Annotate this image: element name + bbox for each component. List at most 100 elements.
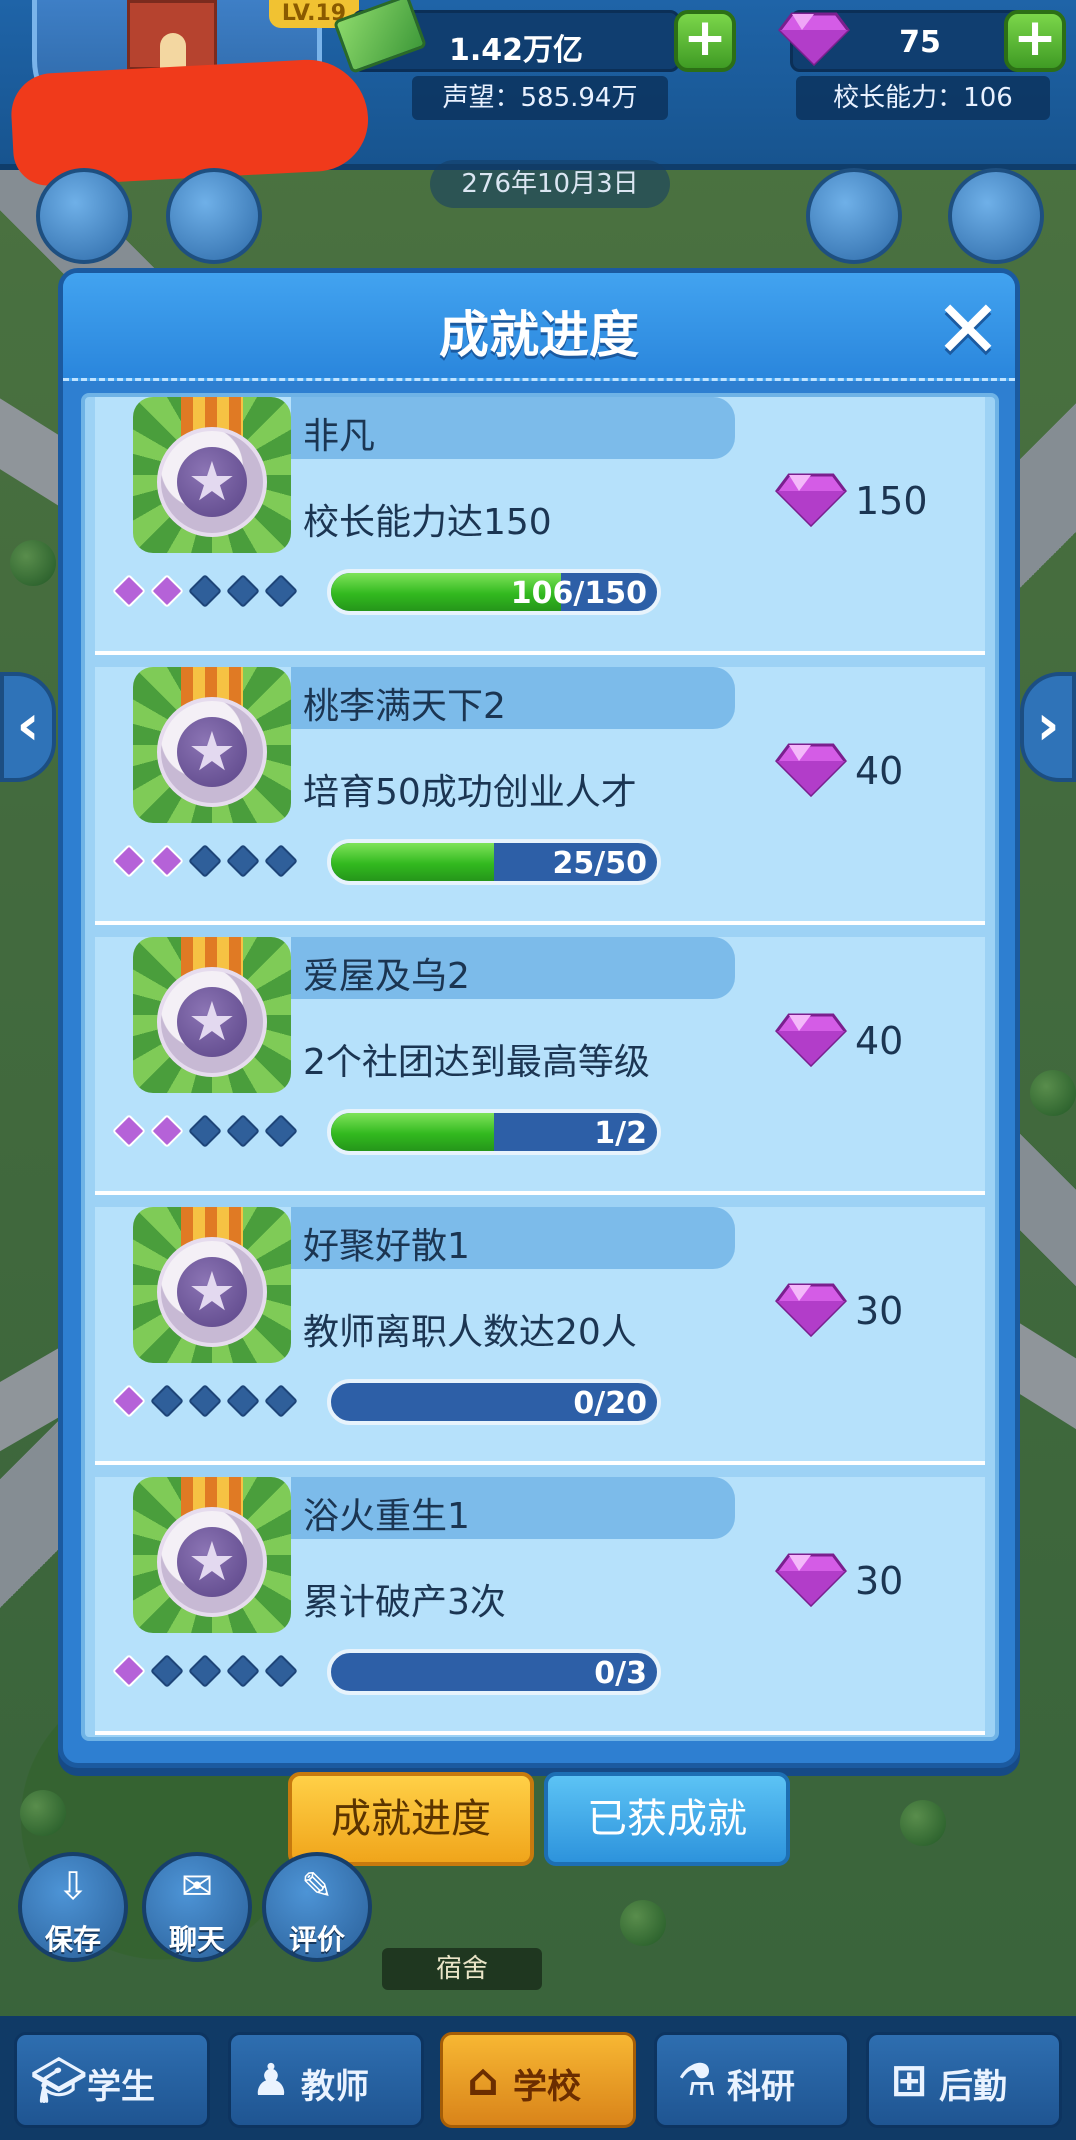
progress-bar: 25/50	[327, 839, 661, 885]
progress-text: 0/20	[573, 1386, 647, 1421]
top-hud: LV.19 1.42万亿 + 75 + 声望：585.94万 校长能力：106	[0, 0, 1076, 188]
microscope-icon: ⚗	[677, 2055, 717, 2106]
progress-bar: 0/3	[327, 1649, 661, 1695]
dialog-header: 成就进度 ✕	[63, 273, 1015, 381]
bottom-nav: 🎓︎ 学生 ♟ 教师 ⌂ 学校 ⚗ 科研 ⊞ 后勤	[0, 2016, 1076, 2140]
gem-icon	[775, 473, 847, 528]
achievement-title: 浴火重生1	[303, 1496, 470, 1537]
reward-value: 150	[855, 479, 928, 523]
logistics-icon: ⊞	[890, 2055, 928, 2106]
medal-coin: ★	[157, 427, 267, 537]
tier-diamond-icon	[188, 1654, 222, 1688]
achievement-list[interactable]: ★ 非凡 校长能力达150 150 106/150 ★ 桃李满天下2 培育50成功创业人才 40…	[81, 393, 999, 1741]
achievement-title: 好聚好散1	[303, 1226, 470, 1267]
reward-value: 40	[855, 749, 904, 793]
school-building-icon	[127, 0, 217, 70]
graduation-cap-icon: 🎓︎	[31, 2055, 87, 2106]
tier-diamond-icon	[150, 844, 184, 878]
save-label: 保存	[44, 1923, 101, 1956]
achievement-reward: 150	[775, 467, 965, 537]
achievement-item: ★ 爱屋及乌2 2个社团达到最高等级 40 1/2	[95, 937, 985, 1195]
star-icon: ★	[177, 717, 247, 787]
medal-icon: ★	[133, 1477, 291, 1633]
progress-text: 0/3	[594, 1656, 647, 1691]
reward-value: 40	[855, 1019, 904, 1063]
tier-diamond-icon	[188, 1384, 222, 1418]
tier-diamond-icon	[188, 1114, 222, 1148]
tier-diamond-icon	[226, 1654, 260, 1688]
reward-value: 30	[855, 1289, 904, 1333]
medal-coin: ★	[157, 1237, 267, 1347]
chat-icon: ✉	[181, 1864, 213, 1908]
nav-label: 后勤	[939, 2067, 1007, 2107]
nav-teachers[interactable]: ♟ 教师	[228, 2032, 424, 2128]
nav-students[interactable]: 🎓︎ 学生	[14, 2032, 210, 2128]
tier-diamond-icon	[264, 1654, 298, 1688]
medal-icon: ★	[133, 937, 291, 1093]
reputation-stat: 声望：585.94万	[412, 76, 668, 120]
achievement-title: 爱屋及乌2	[303, 956, 470, 997]
tier-diamond-icon	[150, 574, 184, 608]
chevron-left-icon[interactable]: ‹	[0, 672, 56, 782]
progress-bar: 1/2	[327, 1109, 661, 1155]
achievement-dialog: 成就进度 ✕ ★ 非凡 校长能力达150 150 106/150 ★ 桃李满天下2 培育50成…	[58, 268, 1020, 1768]
game-date: 276年10月3日	[430, 160, 670, 208]
tier-indicator	[111, 1383, 311, 1419]
achievement-description: 校长能力达150	[303, 502, 552, 543]
reward-value: 30	[855, 1559, 904, 1603]
add-money-button[interactable]: +	[674, 10, 736, 72]
tier-diamond-icon	[112, 1384, 146, 1418]
medal-coin: ★	[157, 697, 267, 807]
close-icon[interactable]: ✕	[931, 290, 1005, 370]
star-icon: ★	[177, 1257, 247, 1327]
achievement-item: ★ 桃李满天下2 培育50成功创业人才 40 25/50	[95, 667, 985, 925]
medal-icon: ★	[133, 667, 291, 823]
lottery-icon[interactable]	[166, 168, 262, 264]
tier-diamond-icon	[226, 844, 260, 878]
progress-fill	[331, 843, 494, 881]
principal-ability-stat: 校长能力：106	[796, 76, 1050, 120]
tier-indicator	[111, 1653, 311, 1689]
nav-logistics[interactable]: ⊞ 后勤	[866, 2032, 1062, 2128]
gem-icon	[778, 12, 850, 66]
chat-label: 聊天	[168, 1923, 225, 1956]
redacted-name	[9, 56, 371, 188]
chevron-right-icon[interactable]: ›	[1020, 672, 1076, 782]
tier-diamond-icon	[226, 574, 260, 608]
medal-coin: ★	[157, 967, 267, 1077]
nav-research[interactable]: ⚗ 科研	[654, 2032, 850, 2128]
medal-coin: ★	[157, 1507, 267, 1617]
star-icon: ★	[177, 987, 247, 1057]
task-icon[interactable]	[36, 168, 132, 264]
achievement-description: 累计破产3次	[303, 1582, 506, 1623]
announcement-icon[interactable]	[948, 168, 1044, 264]
review-icon: ✎	[301, 1864, 333, 1908]
tab-obtained-achievements[interactable]: 已获成就	[544, 1772, 790, 1866]
tier-diamond-icon	[188, 574, 222, 608]
progress-bar: 106/150	[327, 569, 661, 615]
achievement-reward: 40	[775, 1007, 965, 1077]
tier-indicator	[111, 843, 311, 879]
progress-fill	[331, 1113, 494, 1151]
achievement-description: 教师离职人数达20人	[303, 1312, 637, 1353]
notes-icon[interactable]	[806, 168, 902, 264]
achievement-title: 非凡	[303, 416, 376, 457]
achievement-item: ★ 浴火重生1 累计破产3次 30 0/3	[95, 1477, 985, 1735]
star-icon: ★	[177, 447, 247, 517]
achievement-title: 桃李满天下2	[303, 686, 506, 727]
tier-diamond-icon	[112, 574, 146, 608]
tier-diamond-icon	[150, 1654, 184, 1688]
achievement-item: ★ 非凡校长能力达150 150 106/150	[95, 397, 985, 655]
gem-icon	[775, 1013, 847, 1068]
tier-diamond-icon	[264, 574, 298, 608]
teacher-icon: ♟	[251, 2055, 291, 2106]
progress-text: 106/150	[510, 576, 647, 611]
dormitory-label[interactable]: 宿舍	[382, 1948, 542, 1990]
tier-diamond-icon	[226, 1114, 260, 1148]
tier-diamond-icon	[264, 1114, 298, 1148]
tier-diamond-icon	[226, 1384, 260, 1418]
nav-school[interactable]: ⌂ 学校	[440, 2032, 636, 2128]
add-gem-button[interactable]: +	[1004, 10, 1066, 72]
tier-diamond-icon	[264, 844, 298, 878]
nav-label: 学生	[87, 2067, 155, 2107]
